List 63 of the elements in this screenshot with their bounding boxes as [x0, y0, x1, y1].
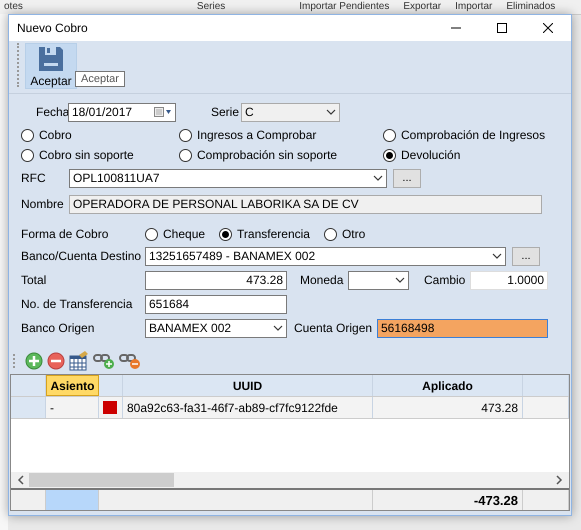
- name-field[interactable]: OPERADORA DE PERSONAL LABORIKA SA DE CV: [69, 194, 542, 214]
- radio-label: Ingresos a Comprobar: [197, 128, 316, 142]
- field-label: RFC: [21, 171, 47, 185]
- dropdown-caret-icon: [373, 175, 383, 181]
- table-cell: 473.28: [373, 397, 523, 418]
- rfc-dropdown[interactable]: OPL100811UA7: [69, 168, 387, 188]
- field-label: Banco/Cuenta Destino: [21, 249, 142, 263]
- radio-label: Comprobación sin soporte: [197, 148, 338, 162]
- radio-label: Devolución: [401, 148, 460, 162]
- date-picker[interactable]: 18/01/2017: [68, 102, 176, 122]
- radio-button[interactable]: [383, 128, 396, 142]
- radio-label: Cheque: [163, 227, 206, 241]
- header-cell: [523, 375, 569, 396]
- background-toolbar-label: Exportar: [403, 0, 442, 14]
- corner-cell: [11, 375, 46, 396]
- field-label: Nombre: [21, 197, 65, 211]
- radio-label: Comprobación de Ingresos: [401, 128, 546, 142]
- footer-cell: [46, 490, 99, 510]
- field-label: Cambio: [424, 273, 466, 287]
- field-label: Serie: [211, 105, 240, 119]
- calendar-icon: [154, 107, 172, 117]
- field-label: Fecha: [35, 105, 68, 119]
- column-header[interactable]: Asiento: [46, 375, 99, 396]
- radio-label: Cobro sin soporte: [39, 148, 134, 162]
- row-header-cell[interactable]: [11, 397, 46, 418]
- browse-button[interactable]: ...: [393, 168, 421, 188]
- tooltip: Aceptar: [75, 71, 125, 87]
- close-icon: [543, 23, 553, 33]
- horizontal-scrollbar[interactable]: [11, 472, 569, 488]
- table-cell: -: [46, 397, 99, 418]
- link-remove-icon[interactable]: [119, 352, 141, 370]
- field-label: Cuenta Origen: [294, 321, 374, 335]
- save-button[interactable]: Aceptar: [25, 43, 77, 89]
- maximize-icon: [497, 23, 507, 33]
- series-dropdown[interactable]: C: [241, 102, 340, 122]
- window-title: Nuevo Cobro: [17, 21, 89, 35]
- background-toolbar-label: Series: [196, 0, 226, 14]
- total-cell: -473.28: [373, 490, 523, 510]
- column-header[interactable]: Aplicado: [373, 375, 523, 396]
- radio-button[interactable]: [21, 148, 34, 162]
- radio-button[interactable]: [21, 128, 34, 142]
- dropdown-caret-icon: [326, 109, 336, 115]
- field-label: Moneda: [300, 273, 344, 287]
- background-toolbar-label: otes: [4, 0, 23, 14]
- radio-button[interactable]: [383, 148, 396, 162]
- add-icon[interactable]: [25, 352, 43, 370]
- field-label: Banco Origen: [21, 321, 96, 335]
- radio-label: Transferencia: [237, 227, 310, 241]
- background-toolbar-label: Importar Pendientes: [299, 0, 390, 14]
- link-add-icon[interactable]: [93, 352, 115, 370]
- field-label: Total: [21, 273, 48, 287]
- calendar-table-icon[interactable]: [69, 351, 89, 371]
- radio-button[interactable]: [179, 128, 192, 142]
- background-toolbar-label: Eliminados: [506, 0, 556, 14]
- field-label: Forma de Cobro: [21, 227, 110, 241]
- table-cell: 80a92c63-fa31-46f7-ab89-cf7fc9122fde: [123, 397, 373, 418]
- column-header[interactable]: UUID: [123, 375, 373, 396]
- radio-label: Cobro: [39, 128, 72, 142]
- background-toolbar-label: Importar: [455, 0, 492, 14]
- radio-button[interactable]: [179, 148, 192, 162]
- radio-label: Otro: [342, 227, 366, 241]
- field-label: No. de Transferencia: [21, 297, 134, 311]
- remove-icon[interactable]: [47, 352, 65, 370]
